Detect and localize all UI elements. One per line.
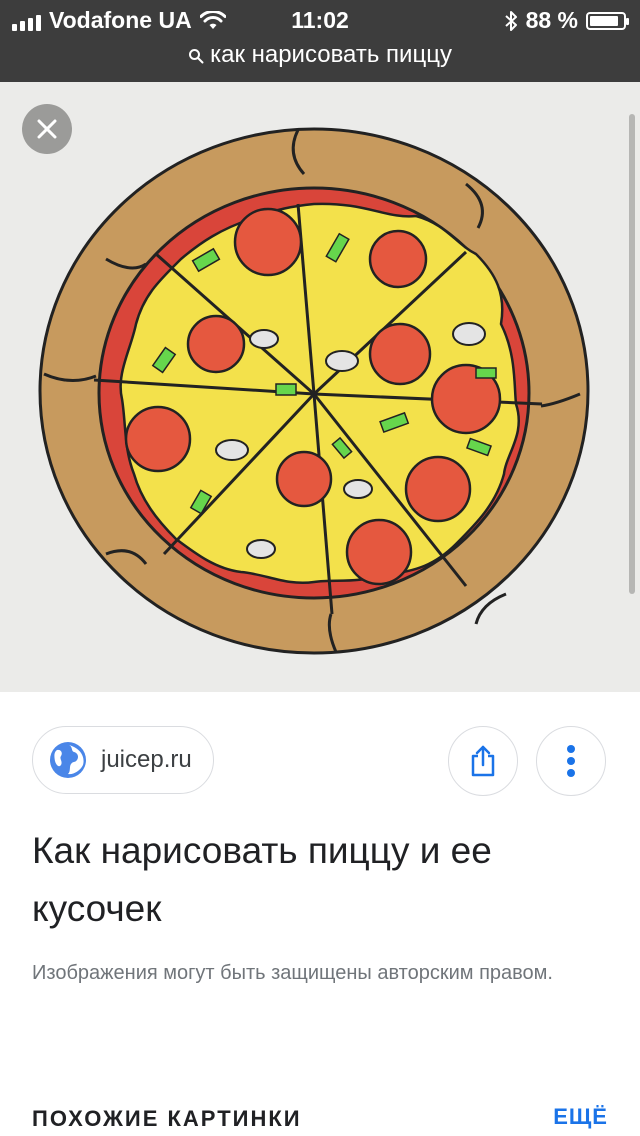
more-similar-link[interactable]: ЕЩЁ	[553, 1104, 608, 1130]
status-right: 88 %	[504, 7, 629, 34]
image-viewer[interactable]	[0, 82, 640, 692]
globe-icon	[50, 742, 86, 778]
battery-percent: 88 %	[525, 7, 578, 33]
close-button[interactable]	[22, 104, 72, 154]
share-button[interactable]	[448, 726, 518, 796]
more-options-button[interactable]	[536, 726, 606, 796]
share-icon	[471, 745, 495, 777]
close-icon	[37, 119, 57, 139]
search-query-text: как нарисовать пиццу	[210, 41, 452, 68]
more-vert-icon	[567, 745, 575, 777]
status-bar: Vodafone UA 11:02 88 %	[0, 0, 640, 40]
pizza-drawing-image[interactable]	[36, 124, 592, 658]
source-link-chip[interactable]: juicep.ru	[32, 726, 214, 794]
copyright-note: Изображения могут быть защищены авторски…	[32, 962, 553, 984]
bluetooth-icon	[504, 10, 517, 31]
search-query-bar[interactable]: как нарисовать пиццу	[0, 40, 640, 82]
result-title[interactable]: Как нарисовать пиццу и ее кусочек	[32, 822, 612, 938]
similar-images-heading: ПОХОЖИЕ КАРТИНКИ	[32, 1106, 302, 1131]
battery-icon	[586, 11, 629, 30]
image-info-panel: juicep.ru Как нарисовать пиццу и ее кусо…	[0, 692, 640, 1136]
search-icon	[189, 48, 204, 64]
source-domain: juicep.ru	[101, 746, 192, 773]
viewer-scrollbar[interactable]	[629, 114, 635, 594]
